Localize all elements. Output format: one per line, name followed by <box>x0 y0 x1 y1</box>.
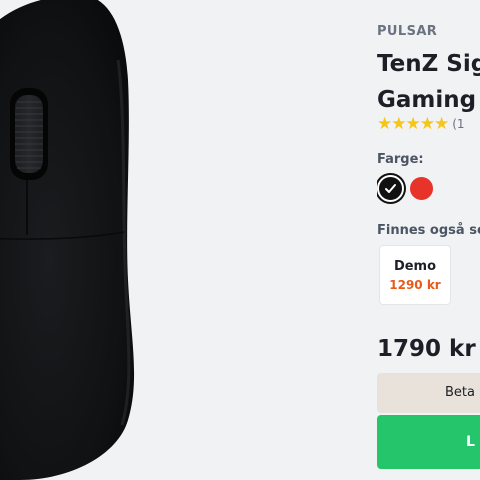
product-image-gallery[interactable] <box>0 0 360 480</box>
variant-price: 1290 kr <box>389 277 441 292</box>
star-icon: ★ <box>405 114 421 134</box>
product-image-mouse <box>0 0 135 480</box>
color-swatch-black[interactable] <box>377 175 404 202</box>
color-swatch-red[interactable] <box>408 175 435 202</box>
star-icon: ★ <box>419 114 435 134</box>
star-icon: ★ <box>434 114 449 134</box>
also-available-label: Finnes også sor <box>377 223 480 238</box>
variant-name: Demo <box>393 258 437 274</box>
product-title-line2: Gaming <box>377 87 477 113</box>
star-icon: ★ <box>377 114 392 134</box>
color-swatches <box>377 175 435 202</box>
star-icon: ★ <box>391 114 406 134</box>
add-to-cart-button[interactable]: L <box>377 415 480 469</box>
product-rating[interactable]: ★ ★ ★ ★ ★ (1 <box>377 114 465 134</box>
product-info-panel: PULSAR TenZ Sig Gaming ★ ★ ★ ★ ★ (1 Farg… <box>377 0 480 480</box>
brand-name[interactable]: PULSAR <box>377 24 437 39</box>
color-label: Farge: <box>377 152 424 167</box>
review-count[interactable]: (1 <box>452 117 464 131</box>
pay-installment-button[interactable]: Beta <box>377 373 480 413</box>
variant-card-demo[interactable]: Demo 1290 kr <box>379 245 451 305</box>
product-price: 1790 kr <box>377 336 476 362</box>
product-title-line1: TenZ Sig <box>377 51 480 77</box>
checkmark-icon <box>385 184 396 193</box>
product-title: TenZ Sig Gaming <box>377 46 480 118</box>
